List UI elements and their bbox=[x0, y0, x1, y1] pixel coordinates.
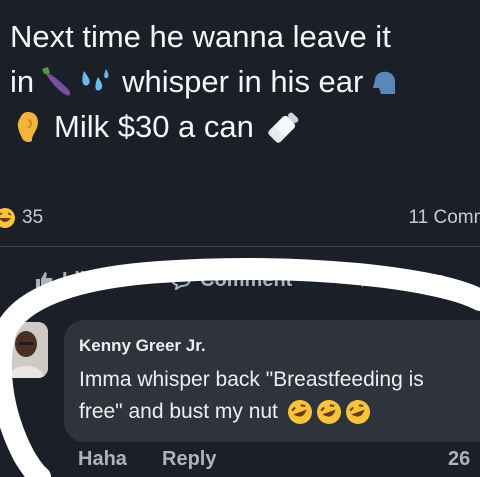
ear-icon bbox=[17, 111, 38, 142]
post-line-3: Milk $30 a can bbox=[10, 104, 480, 149]
comment-line-1: Imma whisper back "Breastfeeding is bbox=[79, 368, 424, 391]
avatar[interactable] bbox=[4, 322, 48, 378]
post-action-bar: Like Comment Share bbox=[0, 262, 480, 298]
avatar-photo bbox=[4, 322, 48, 378]
comment-line-2-row: free" and bust my nut bbox=[79, 396, 480, 428]
haha-reaction-button[interactable]: Haha bbox=[78, 448, 127, 471]
comment-line-2: free" and bust my nut bbox=[79, 400, 278, 423]
comment-button[interactable]: Comment bbox=[170, 269, 292, 292]
comment-label: Comment bbox=[200, 268, 293, 291]
post-stats: 35 11 Comme bbox=[0, 198, 480, 238]
rofl-face-icon bbox=[316, 400, 341, 424]
comment-reaction-count[interactable]: 26 bbox=[448, 448, 470, 471]
post-line-3-text: Milk $30 a can bbox=[54, 109, 254, 144]
rofl-face-icon bbox=[345, 400, 370, 424]
share-button[interactable]: Share bbox=[360, 269, 446, 292]
like-button[interactable]: Like bbox=[34, 269, 102, 292]
reaction-count: 35 bbox=[22, 207, 44, 228]
divider bbox=[0, 246, 480, 247]
post-line-1: Next time he wanna leave it bbox=[10, 14, 480, 59]
reaction-summary[interactable]: 35 bbox=[0, 207, 43, 229]
share-label: Share bbox=[390, 268, 446, 291]
post-line-1-text: Next time he wanna leave it bbox=[10, 19, 391, 54]
post-line-2: in whisper in his ear bbox=[10, 59, 480, 104]
baby-bottle-icon bbox=[268, 112, 299, 143]
post-text: Next time he wanna leave it in whisper i… bbox=[10, 14, 480, 149]
post-line-2b-text: whisper in his ear bbox=[122, 64, 364, 99]
comment-icon bbox=[171, 270, 192, 290]
haha-reaction-icon bbox=[0, 208, 15, 228]
post-line-2a-text: in bbox=[10, 64, 35, 99]
comment-author[interactable]: Kenny Greer Jr. bbox=[79, 336, 206, 356]
thumbs-up-icon bbox=[36, 272, 53, 288]
rofl-face-icon bbox=[287, 400, 312, 424]
like-label: Like bbox=[62, 268, 103, 291]
reply-button[interactable]: Reply bbox=[162, 448, 216, 471]
comment-actions: Haha Reply 26 bbox=[0, 446, 480, 476]
comment-bubble: Kenny Greer Jr. Imma whisper back "Breas… bbox=[64, 320, 480, 442]
laughing-emojis bbox=[286, 398, 372, 426]
speaking-head-icon bbox=[373, 71, 396, 94]
eggplant-icon bbox=[42, 66, 71, 96]
share-icon bbox=[362, 273, 381, 288]
sweat-droplets-icon bbox=[82, 68, 109, 90]
comments-count[interactable]: 11 Comme bbox=[408, 207, 480, 229]
comment-body: Imma whisper back "Breastfeeding is free… bbox=[79, 364, 480, 428]
